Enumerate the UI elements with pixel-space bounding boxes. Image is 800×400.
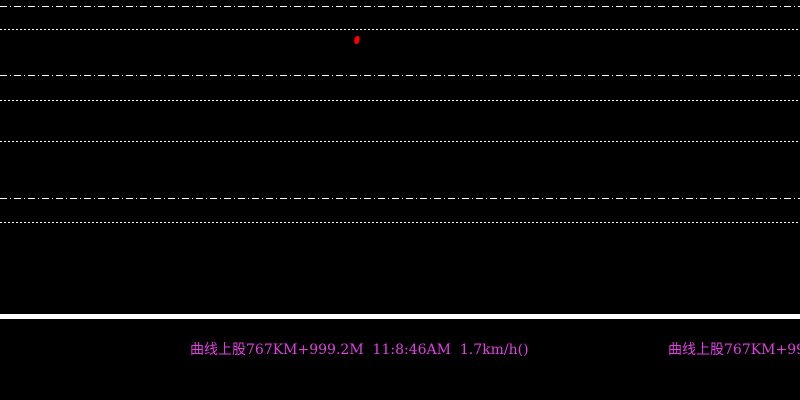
status-strip: 曲线上股767KM+999.2M 11:8:46AM 1.7km/h() 曲线上… xyxy=(0,319,800,400)
gridline-canvas xyxy=(0,6,800,223)
status-text-scrolling-repeat: 曲线上股767KM+999.2M 11:8:46AM 1.7km/h() xyxy=(668,342,800,358)
track-monitor-screen: 曲线上股767KM+999.2M 11:8:46AM 1.7km/h() 曲线上… xyxy=(0,0,800,400)
red-dot-marker xyxy=(354,35,360,45)
status-text: 曲线上股767KM+999.2M 11:8:46AM 1.7km/h() xyxy=(190,342,529,358)
plot-area[interactable] xyxy=(0,0,800,314)
gridlines xyxy=(0,6,800,223)
